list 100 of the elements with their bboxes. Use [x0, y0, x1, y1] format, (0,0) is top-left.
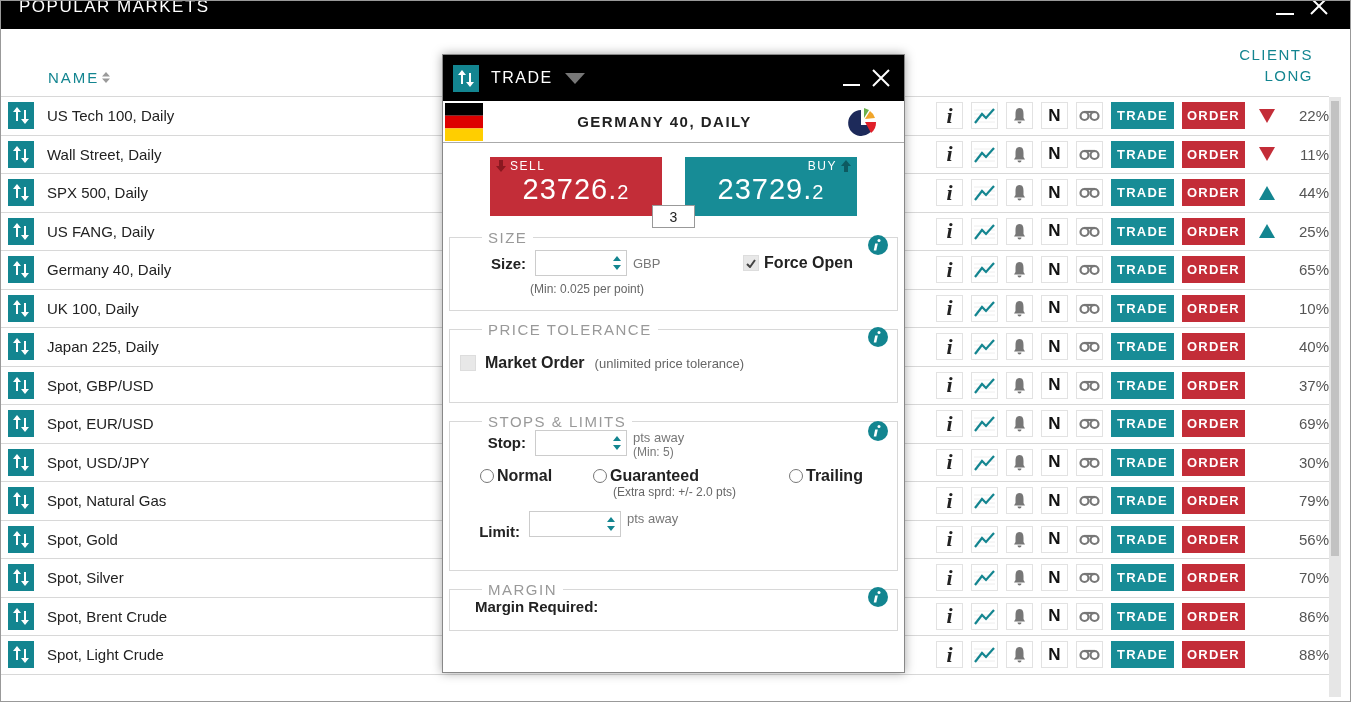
market-name[interactable]: Spot, EUR/USD [47, 415, 154, 433]
trade-arrows-icon[interactable] [8, 564, 34, 592]
trade-arrows-icon[interactable] [8, 140, 34, 168]
info-button[interactable]: i [936, 140, 963, 168]
info-button[interactable]: i [936, 217, 963, 245]
trade-button[interactable]: TRADE [1111, 102, 1174, 130]
order-button[interactable]: ORDER [1182, 641, 1245, 669]
order-button[interactable]: ORDER [1182, 102, 1245, 130]
trade-button[interactable]: TRADE [1111, 641, 1174, 669]
bell-icon[interactable] [1006, 179, 1033, 207]
close-icon[interactable] [872, 69, 890, 87]
order-button[interactable]: ORDER [1182, 602, 1245, 630]
trade-button[interactable]: TRADE [1111, 256, 1174, 284]
bell-icon[interactable] [1006, 410, 1033, 438]
binoculars-icon[interactable] [1076, 102, 1103, 130]
market-name[interactable]: Japan 225, Daily [47, 338, 159, 356]
order-button[interactable]: ORDER [1182, 294, 1245, 322]
scrollbar[interactable] [1329, 97, 1341, 697]
chart-icon[interactable] [971, 102, 998, 130]
binoculars-icon[interactable] [1076, 371, 1103, 399]
stop-input-field[interactable] [535, 430, 627, 456]
market-name[interactable]: Spot, USD/JPY [47, 453, 150, 471]
dropdown-caret-icon[interactable] [564, 72, 585, 84]
trade-button[interactable]: TRADE [1111, 410, 1174, 438]
bell-icon[interactable] [1006, 487, 1033, 515]
bell-icon[interactable] [1006, 641, 1033, 669]
chart-icon[interactable] [971, 217, 998, 245]
order-button[interactable]: ORDER [1182, 333, 1245, 361]
trade-button[interactable]: TRADE [1111, 487, 1174, 515]
trade-arrows-icon[interactable] [8, 256, 34, 284]
chart-icon[interactable] [971, 448, 998, 476]
trade-arrows-icon[interactable] [8, 371, 34, 399]
bell-icon[interactable] [1006, 564, 1033, 592]
trade-button[interactable]: TRADE [1111, 217, 1174, 245]
market-name[interactable]: UK 100, Daily [47, 299, 139, 317]
trade-arrows-icon[interactable] [8, 179, 34, 207]
info-icon[interactable] [868, 587, 888, 607]
info-button[interactable]: i [936, 410, 963, 438]
sort-icon[interactable] [102, 72, 111, 83]
trade-button[interactable]: TRADE [1111, 333, 1174, 361]
news-button[interactable]: N [1041, 333, 1068, 361]
close-icon[interactable] [1310, 1, 1328, 15]
trade-arrows-icon[interactable] [8, 641, 34, 669]
info-button[interactable]: i [936, 256, 963, 284]
chart-icon[interactable] [971, 333, 998, 361]
news-button[interactable]: N [1041, 256, 1068, 284]
bell-icon[interactable] [1006, 371, 1033, 399]
chart-icon[interactable] [971, 602, 998, 630]
market-name[interactable]: Spot, Brent Crude [47, 607, 168, 625]
info-button[interactable]: i [936, 371, 963, 399]
info-button[interactable]: i [936, 448, 963, 476]
binoculars-icon[interactable] [1076, 256, 1103, 284]
chart-icon[interactable] [971, 371, 998, 399]
order-button[interactable]: ORDER [1182, 448, 1245, 476]
market-name[interactable]: Spot, Natural Gas [47, 492, 167, 510]
chart-icon[interactable] [971, 487, 998, 515]
news-button[interactable]: N [1041, 140, 1068, 168]
info-button[interactable]: i [936, 333, 963, 361]
chart-icon[interactable] [971, 294, 998, 322]
radio-button[interactable] [789, 469, 803, 483]
bell-icon[interactable] [1006, 256, 1033, 284]
market-name[interactable]: Spot, GBP/USD [47, 376, 154, 394]
binoculars-icon[interactable] [1076, 564, 1103, 592]
trade-arrows-icon[interactable] [8, 602, 34, 630]
market-name[interactable]: Spot, Silver [47, 569, 124, 587]
binoculars-icon[interactable] [1076, 487, 1103, 515]
clients-long-column-header[interactable]: CLIENTS LONG [1233, 44, 1313, 86]
info-icon[interactable] [868, 327, 888, 347]
info-button[interactable]: i [936, 487, 963, 515]
binoculars-icon[interactable] [1076, 179, 1103, 207]
binoculars-icon[interactable] [1076, 602, 1103, 630]
news-button[interactable]: N [1041, 217, 1068, 245]
news-button[interactable]: N [1041, 448, 1068, 476]
radio-button[interactable] [480, 469, 494, 483]
news-button[interactable]: N [1041, 294, 1068, 322]
binoculars-icon[interactable] [1076, 294, 1103, 322]
info-icon[interactable] [868, 421, 888, 441]
trade-arrows-icon[interactable] [8, 102, 34, 130]
order-button[interactable]: ORDER [1182, 371, 1245, 399]
spinner-icon[interactable] [606, 515, 616, 533]
bell-icon[interactable] [1006, 602, 1033, 630]
bell-icon[interactable] [1006, 448, 1033, 476]
news-button[interactable]: N [1041, 641, 1068, 669]
bell-icon[interactable] [1006, 333, 1033, 361]
binoculars-icon[interactable] [1076, 525, 1103, 553]
trade-arrows-icon[interactable] [8, 333, 34, 361]
order-button[interactable]: ORDER [1182, 217, 1245, 245]
chart-icon[interactable] [971, 564, 998, 592]
market-name[interactable]: US Tech 100, Daily [47, 107, 175, 125]
minimize-icon[interactable] [1276, 13, 1294, 17]
trade-arrows-icon[interactable] [8, 410, 34, 438]
info-button[interactable]: i [936, 641, 963, 669]
name-column-header[interactable]: NAME [48, 69, 100, 86]
news-button[interactable]: N [1041, 525, 1068, 553]
trade-button[interactable]: TRADE [1111, 294, 1174, 322]
bell-icon[interactable] [1006, 525, 1033, 553]
info-button[interactable]: i [936, 525, 963, 553]
order-button[interactable]: ORDER [1182, 179, 1245, 207]
chart-icon[interactable] [971, 140, 998, 168]
binoculars-icon[interactable] [1076, 641, 1103, 669]
